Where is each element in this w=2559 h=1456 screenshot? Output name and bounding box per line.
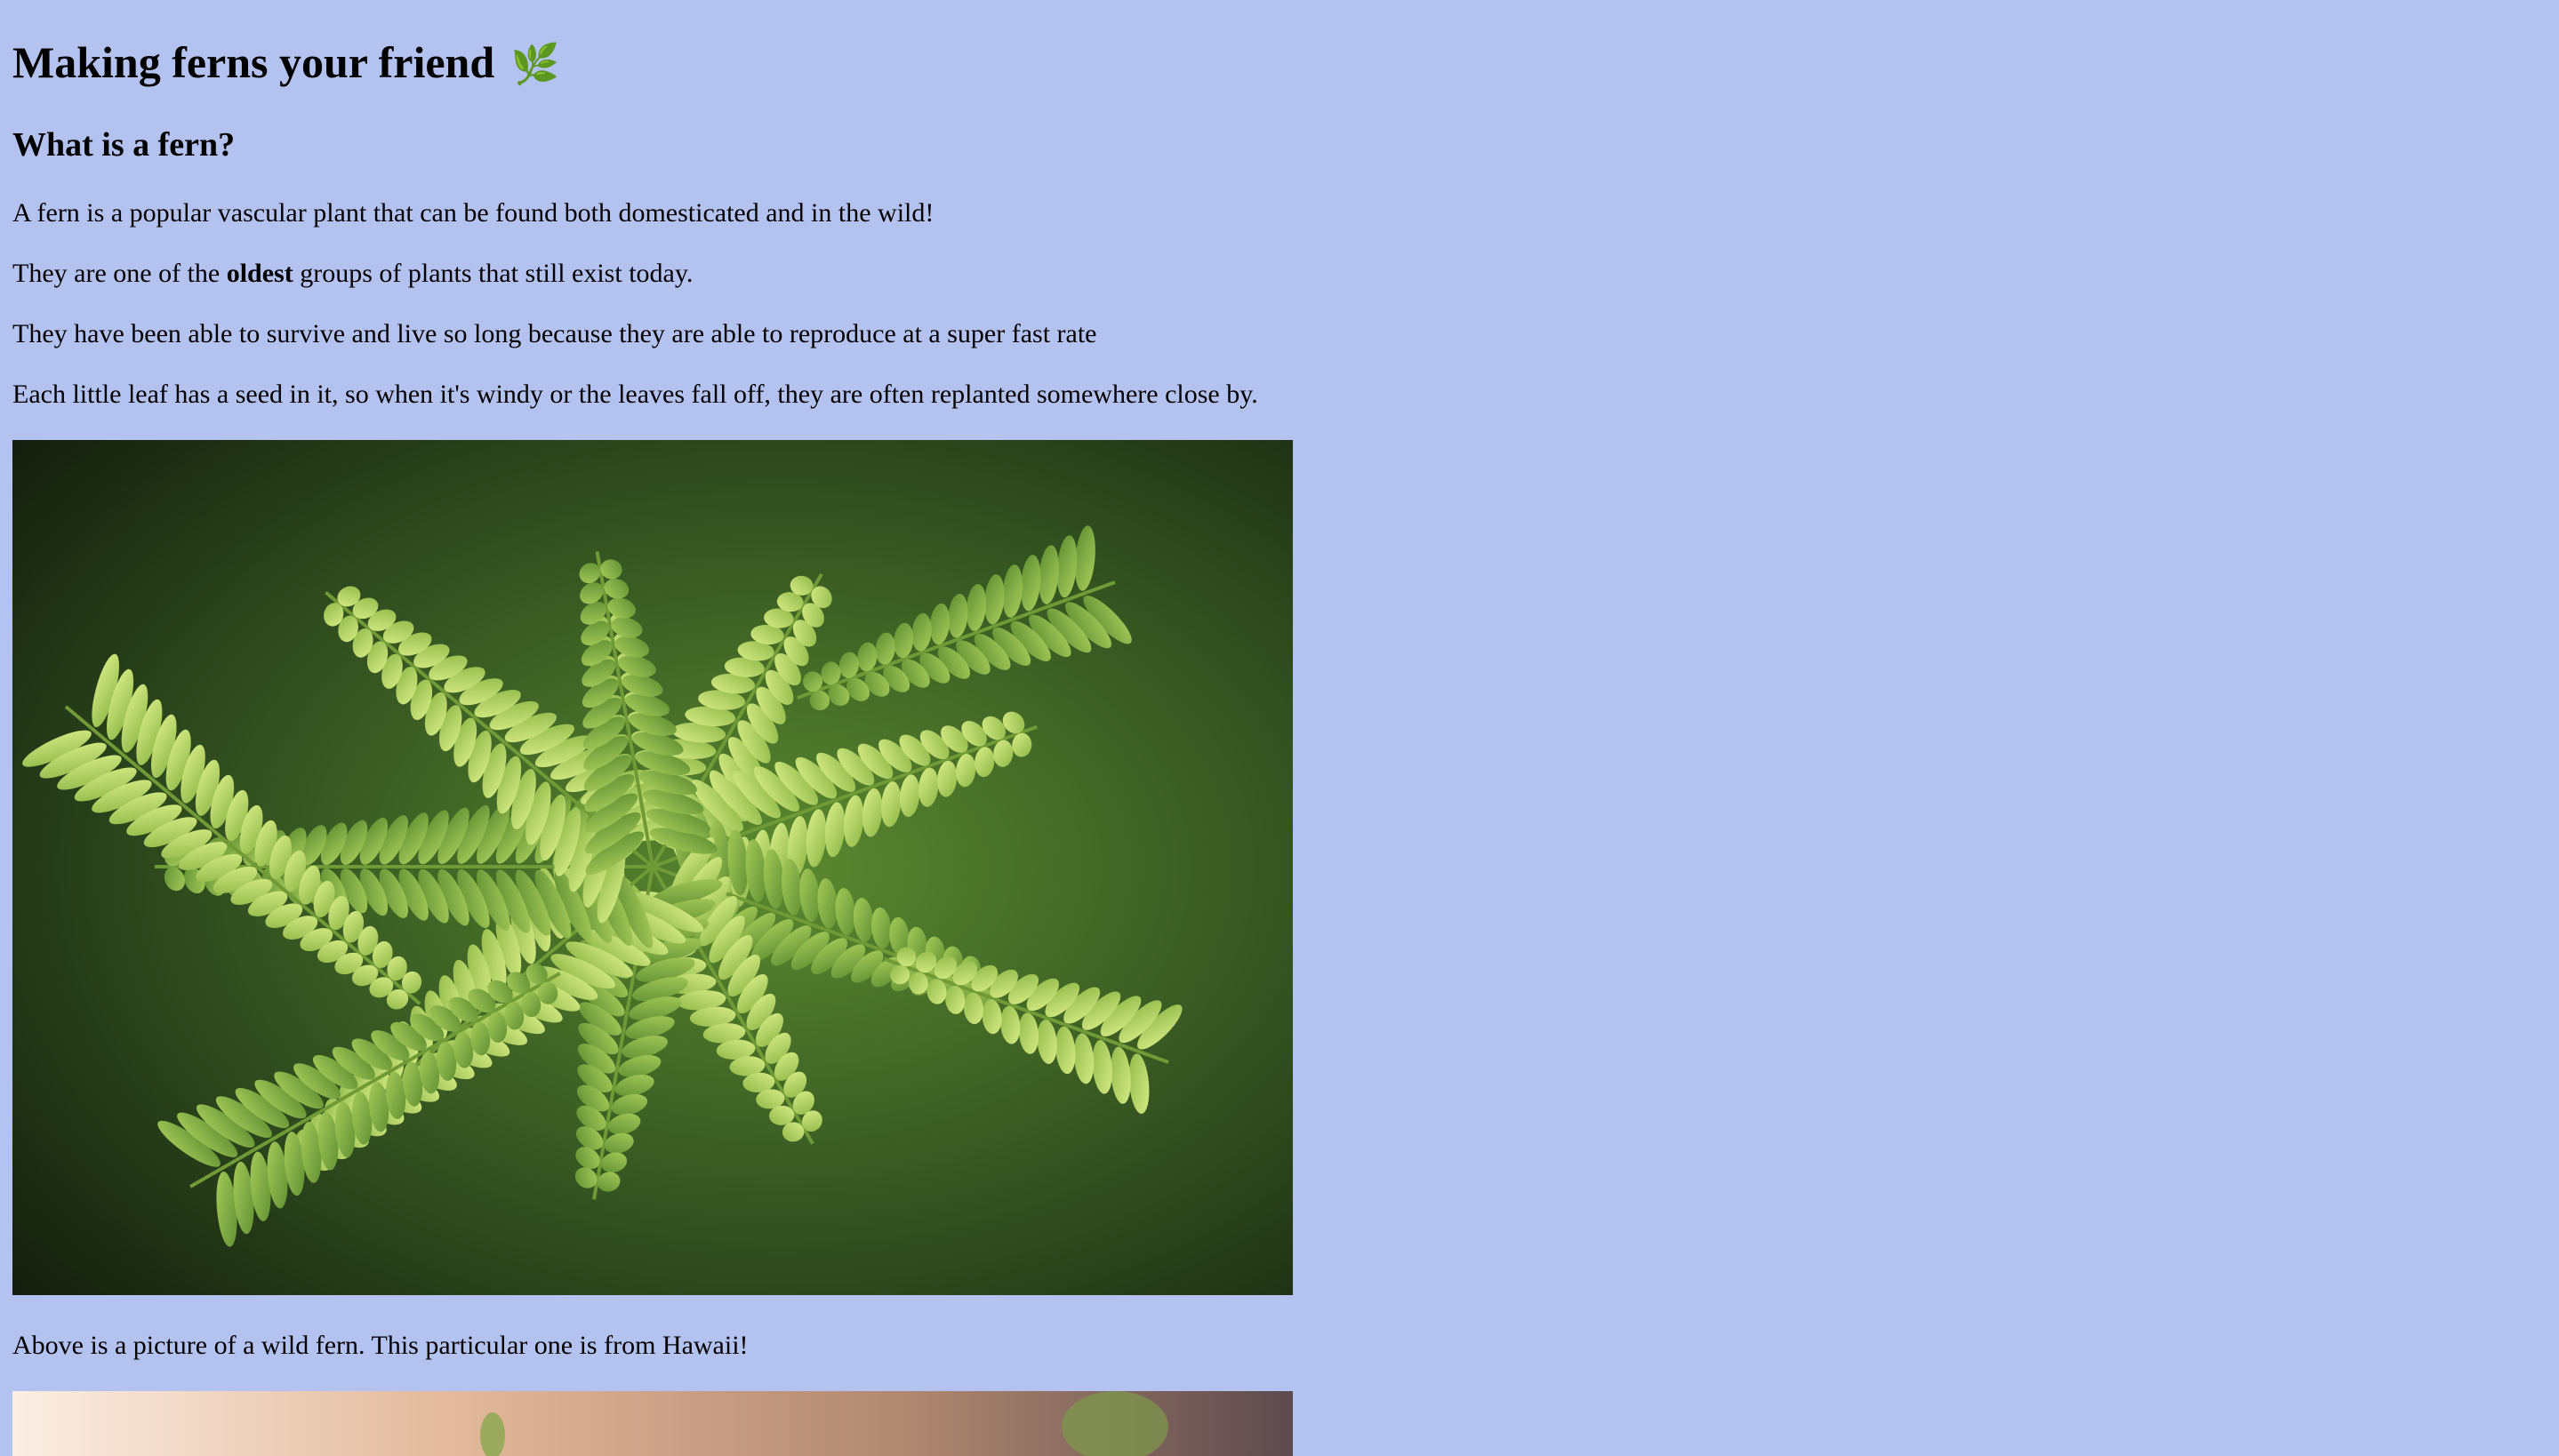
second-fern-photo xyxy=(12,1391,1293,1456)
fern-photo xyxy=(12,440,1293,1295)
paragraph-seeds: Each little leaf has a seed in it, so wh… xyxy=(12,380,1258,409)
paragraph-oldest: They are one of the oldest groups of pla… xyxy=(12,256,693,292)
section-heading: What is a fern? xyxy=(12,126,236,164)
paragraph-intro: A fern is a popular vascular plant that … xyxy=(12,198,935,228)
paragraph-oldest-bold: oldest xyxy=(226,259,293,288)
paragraph-reproduce: They have been able to survive and live … xyxy=(12,319,1097,348)
paragraph-oldest-after: groups of plants that still exist today. xyxy=(293,259,694,288)
photo-caption: Above is a picture of a wild fern. This … xyxy=(12,1331,749,1360)
page-title: Making ferns your friend 🌿 xyxy=(12,36,559,92)
page-title-text: Making ferns your friend xyxy=(12,37,495,87)
leaf-icon: 🌿 xyxy=(510,43,560,86)
paragraph-oldest-before: They are one of the xyxy=(12,259,227,288)
